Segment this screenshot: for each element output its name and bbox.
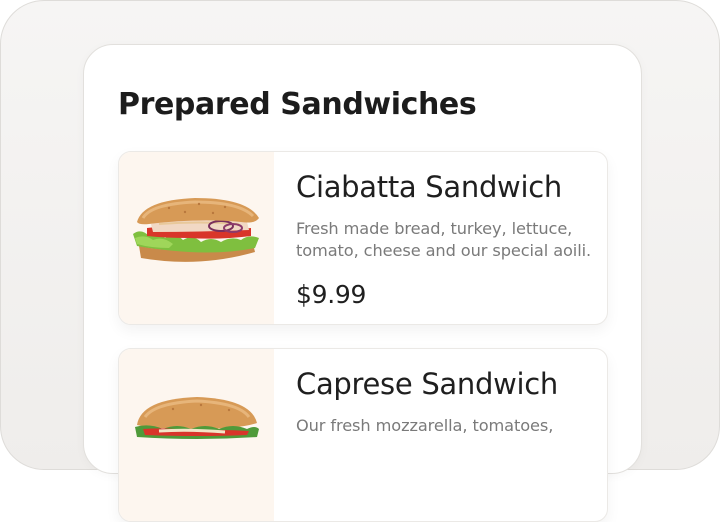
product-name: Caprese Sandwich <box>296 367 558 401</box>
menu-panel: Prepared Sandwiches Ciabatta Sandwich Fr… <box>83 44 642 522</box>
product-description: Fresh made bread, turkey, lettuce, tomat… <box>296 219 592 260</box>
product-price: $9.99 <box>296 280 367 309</box>
app-frame: Prepared Sandwiches Ciabatta Sandwich Fr… <box>0 0 720 522</box>
product-card-caprese[interactable]: Caprese Sandwich Our fresh mozzarella, t… <box>118 348 608 522</box>
product-name: Ciabatta Sandwich <box>296 170 562 204</box>
ciabatta-sandwich-image <box>133 198 259 262</box>
section-title: Prepared Sandwiches <box>118 87 477 122</box>
product-image-container <box>119 152 274 324</box>
product-image-container <box>119 349 274 521</box>
caprese-sandwich-image <box>135 397 259 439</box>
product-description: Our fresh mozzarella, tomatoes, <box>296 416 554 435</box>
product-card-ciabatta[interactable]: Ciabatta Sandwich Fresh made bread, turk… <box>118 151 608 325</box>
